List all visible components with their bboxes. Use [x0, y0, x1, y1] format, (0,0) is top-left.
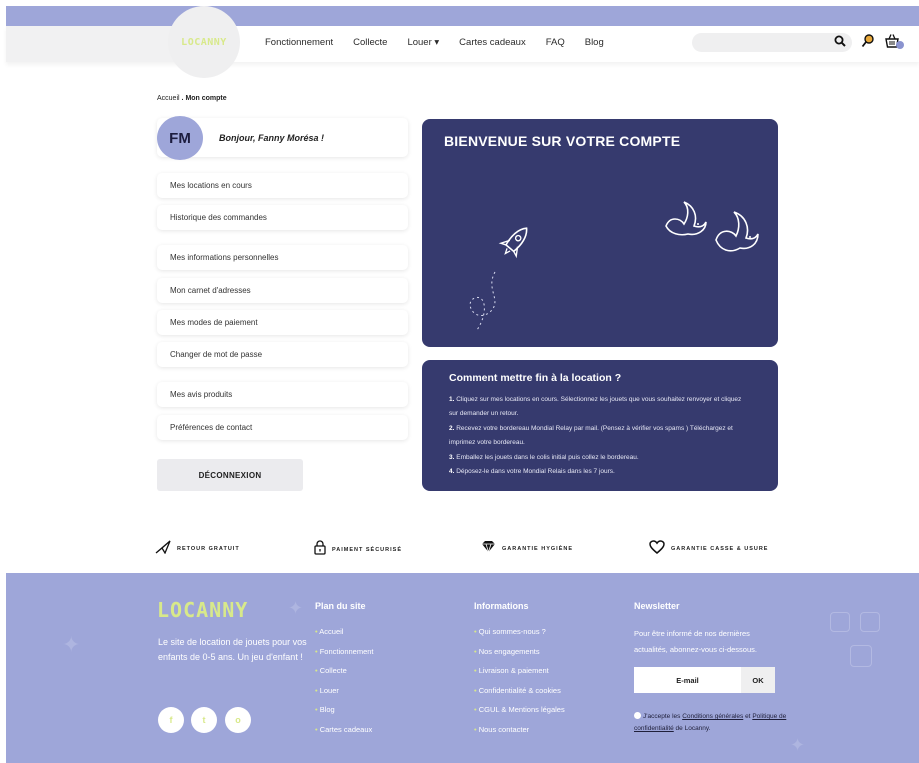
toy-block-icon	[830, 612, 850, 632]
menu-item-paiement[interactable]: Mes modes de paiement	[157, 310, 408, 335]
menu-item-informations[interactable]: Mes informations personnelles	[157, 245, 408, 270]
nav-item-cartes-cadeaux[interactable]: Cartes cadeaux	[459, 37, 526, 48]
footer-info-title: Informations	[474, 601, 529, 611]
toy-block-icon	[860, 612, 880, 632]
newsletter-email-input[interactable]: E-mail	[634, 667, 741, 693]
guarantees-bar	[6, 528, 919, 573]
footer-link-confidentialite[interactable]: Confidentialité & cookies	[474, 686, 565, 706]
footer-link-fonctionnement[interactable]: Fonctionnement	[315, 647, 374, 667]
menu-item-preferences[interactable]: Préférences de contact	[157, 415, 408, 440]
footer-link-livraison[interactable]: Livraison & paiement	[474, 666, 565, 686]
footer-link-contact[interactable]: Nous contacter	[474, 725, 565, 745]
rocket-illustration	[469, 227, 528, 331]
nav-item-faq[interactable]: FAQ	[546, 37, 565, 48]
guarantee-paiement: PAIMENT SÉCURISÉ	[314, 540, 402, 559]
howto-step-2-text: Recevez votre bordereau Mondial Relay pa…	[449, 424, 733, 447]
footer-link-qui-sommes-nous[interactable]: Qui sommes-nous ?	[474, 627, 565, 647]
footer-link-engagements[interactable]: Nos engagements	[474, 647, 565, 667]
avatar: FM	[157, 116, 203, 160]
footer-logo[interactable]: LOCANNY	[157, 598, 248, 622]
howto-step-1-text: Cliquez sur mes locations en cours. Séle…	[449, 396, 742, 418]
diamond-icon	[481, 540, 496, 557]
basket-count-badge	[896, 41, 904, 49]
guarantee-hygiene: GARANTIE HYGIÈNE	[481, 540, 573, 557]
breadcrumb-current: Mon compte	[185, 95, 227, 102]
instagram-icon[interactable]: o	[225, 707, 251, 733]
breadcrumb: Accueil . Mon compte	[157, 95, 227, 102]
facebook-icon[interactable]: f	[158, 707, 184, 733]
user-icon[interactable]	[861, 33, 876, 51]
footer-info-list: Qui sommes-nous ? Nos engagements Livrai…	[474, 627, 565, 744]
menu-item-historique[interactable]: Historique des commandes	[157, 205, 408, 230]
star-decoration-icon: ✦	[62, 632, 81, 657]
footer-link-louer[interactable]: Louer	[315, 686, 374, 706]
guarantee-casse: GARANTIE CASSE & USURE	[649, 540, 768, 558]
footer	[6, 573, 919, 763]
menu-item-adresses[interactable]: Mon carnet d'adresses	[157, 278, 408, 303]
menu-item-mot-de-passe[interactable]: Changer de mot de passe	[157, 342, 408, 367]
howto-step-4-text: Déposez-le dans votre Mondial Relais dan…	[454, 468, 615, 476]
menu-item-locations[interactable]: Mes locations en cours	[157, 173, 408, 198]
breadcrumb-separator: .	[181, 95, 184, 102]
nav-item-blog[interactable]: Blog	[585, 37, 604, 48]
guarantee-retour: RETOUR GRATUIT	[155, 540, 240, 558]
greeting-text: Bonjour, Fanny Morésa !	[219, 133, 325, 143]
welcome-title: BIENVENUE SUR VOTRE COMPTE	[444, 133, 681, 149]
lock-icon	[314, 540, 326, 559]
star-decoration-icon: ✦	[790, 735, 806, 755]
footer-link-blog[interactable]: Blog	[315, 705, 374, 725]
nav-item-collecte[interactable]: Collecte	[353, 37, 387, 48]
twitter-icon[interactable]: t	[191, 707, 217, 733]
toy-block-icon	[850, 645, 872, 667]
top-strip	[6, 6, 919, 26]
conditions-link[interactable]: Conditions générales	[682, 713, 743, 720]
newsletter-consent: J'accepte les Conditions générales et Po…	[634, 712, 787, 732]
search-icon[interactable]	[834, 35, 846, 50]
howto-title: Comment mettre fin à la location ?	[449, 372, 622, 384]
birds-illustration	[665, 201, 759, 252]
footer-plan-list: Accueil Fonctionnement Collecte Louer Bl…	[315, 627, 374, 745]
nav-item-louer[interactable]: Louer ▾	[407, 37, 439, 48]
main-nav: Fonctionnement Collecte Louer ▾ Cartes c…	[265, 37, 624, 48]
menu-item-avis[interactable]: Mes avis produits	[157, 382, 408, 407]
footer-link-cgul[interactable]: CGUL & Mentions légales	[474, 705, 565, 725]
footer-plan-title: Plan du site	[315, 601, 366, 611]
howto-steps: 1. Cliquez sur mes locations en cours. S…	[449, 393, 749, 479]
consent-radio[interactable]	[634, 712, 641, 719]
nav-item-fonctionnement[interactable]: Fonctionnement	[265, 37, 333, 48]
logo[interactable]: LOCANNY	[168, 6, 240, 78]
footer-link-cartes-cadeaux[interactable]: Cartes cadeaux	[315, 725, 374, 745]
heart-icon	[649, 540, 665, 558]
logout-button[interactable]: DÉCONNEXION	[157, 459, 303, 491]
footer-link-collecte[interactable]: Collecte	[315, 666, 374, 686]
footer-tagline: Le site de location de jouets pour vos e…	[158, 637, 307, 662]
howto-step-3-text: Emballez les jouets dans le colis initia…	[454, 453, 639, 461]
footer-link-accueil[interactable]: Accueil	[315, 627, 374, 647]
breadcrumb-home[interactable]: Accueil	[157, 95, 180, 102]
newsletter-text: Pour être informé de nos dernières actua…	[634, 629, 757, 654]
paper-plane-icon	[155, 540, 171, 558]
search-input[interactable]	[692, 33, 852, 52]
newsletter-title: Newsletter	[634, 601, 680, 611]
newsletter-ok-button[interactable]: OK	[741, 667, 775, 693]
star-decoration-icon: ✦	[288, 598, 304, 618]
